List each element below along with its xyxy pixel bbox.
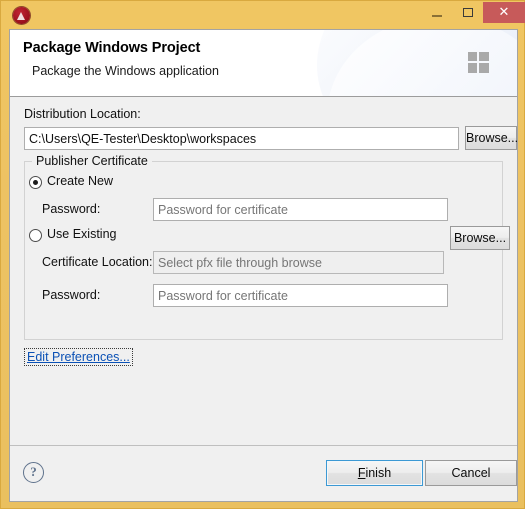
maximize-button[interactable]	[452, 2, 483, 23]
distribution-browse-button[interactable]: Browse...	[465, 126, 517, 150]
create-new-password-input[interactable]	[153, 198, 448, 221]
distribution-location-label: Distribution Location:	[24, 107, 141, 121]
certificate-location-input[interactable]	[153, 251, 444, 274]
certificate-location-label: Certificate Location:	[42, 255, 153, 269]
wizard-body: Distribution Location: Browse... Publish…	[10, 97, 517, 446]
page-subtitle: Package the Windows application	[32, 64, 219, 78]
radio-use-existing[interactable]: Use Existing	[29, 227, 229, 244]
radio-create-new-label: Create New	[47, 174, 113, 188]
air-app-icon	[13, 7, 30, 24]
windows-logo-icon	[468, 52, 489, 73]
radio-create-new-indicator	[29, 176, 42, 189]
radio-use-existing-indicator	[29, 229, 42, 242]
close-button[interactable]: ✕	[483, 2, 525, 23]
use-existing-password-input[interactable]	[153, 284, 448, 307]
minimize-icon	[431, 15, 442, 17]
maximize-icon	[462, 8, 473, 17]
distribution-location-input[interactable]	[24, 127, 459, 150]
title-bar[interactable]: ✕	[1, 1, 525, 29]
dialog-button-bar: ? Finish Cancel	[10, 445, 517, 501]
dialog-client-area: Package Windows Project Package the Wind…	[9, 29, 518, 502]
close-icon: ✕	[498, 5, 510, 20]
create-new-password-label: Password:	[42, 202, 101, 216]
use-existing-password-label: Password:	[42, 288, 101, 302]
radio-create-new[interactable]: Create New	[29, 174, 229, 191]
finish-button[interactable]: Finish	[326, 460, 423, 486]
page-title: Package Windows Project	[23, 40, 201, 56]
help-icon[interactable]: ?	[23, 462, 44, 483]
finish-button-label: inish	[365, 466, 392, 480]
cancel-button[interactable]: Cancel	[425, 460, 517, 486]
edit-preferences-link[interactable]: Edit Preferences...	[24, 348, 133, 366]
radio-use-existing-label: Use Existing	[47, 227, 117, 241]
dialog-window: ✕ Package Windows Project Package the Wi…	[0, 0, 525, 509]
edit-preferences-link-label: Edit Preferences...	[27, 350, 130, 364]
publisher-certificate-group-title: Publisher Certificate	[32, 154, 152, 168]
certificate-browse-button[interactable]: Browse...	[450, 226, 510, 250]
wizard-header: Package Windows Project Package the Wind…	[10, 30, 517, 97]
minimize-button[interactable]	[421, 2, 452, 23]
